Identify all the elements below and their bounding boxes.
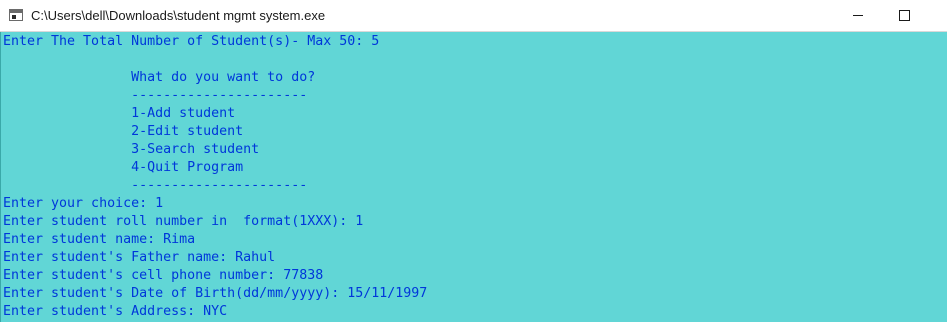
maximize-button[interactable]: [881, 0, 927, 31]
console-line-prompt-total: Enter The Total Number of Student(s)- Ma…: [3, 34, 380, 49]
menu-option-add: 1-Add student: [3, 106, 236, 121]
console-line-roll-number: Enter student roll number in format(1XXX…: [3, 214, 364, 229]
minimize-icon: [853, 15, 863, 16]
title-bar[interactable]: C:\Users\dell\Downloads\student mgmt sys…: [0, 0, 947, 32]
console-line-dob: Enter student's Date of Birth(dd/mm/yyyy…: [3, 286, 428, 301]
console-app-icon[interactable]: [9, 9, 23, 21]
console-window: C:\Users\dell\Downloads\student mgmt sys…: [0, 0, 947, 322]
console-line-phone: Enter student's cell phone number: 77838: [3, 268, 324, 283]
console-line-blank: [3, 51, 427, 69]
console-output[interactable]: Enter The Total Number of Student(s)- Ma…: [0, 32, 947, 322]
menu-option-quit: 4-Quit Program: [3, 160, 244, 175]
maximize-icon: [898, 10, 910, 21]
console-line-address: Enter student's Address: NYC: [3, 304, 228, 319]
menu-option-search: 3-Search student: [3, 142, 260, 157]
menu-option-edit: 2-Edit student: [3, 124, 244, 139]
console-line-name: Enter student name: Rima: [3, 232, 196, 247]
console-line-choice: Enter your choice: 1: [3, 196, 164, 211]
minimize-button[interactable]: [835, 0, 881, 31]
window-title: C:\Users\dell\Downloads\student mgmt sys…: [31, 8, 326, 23]
menu-divider-bottom: ----------------------: [3, 178, 308, 193]
menu-divider-top: ----------------------: [3, 88, 308, 103]
console-lines: Enter The Total Number of Student(s)- Ma…: [3, 33, 427, 321]
console-line-father-name: Enter student's Father name: Rahul: [3, 250, 276, 265]
menu-heading: What do you want to do?: [3, 70, 316, 85]
